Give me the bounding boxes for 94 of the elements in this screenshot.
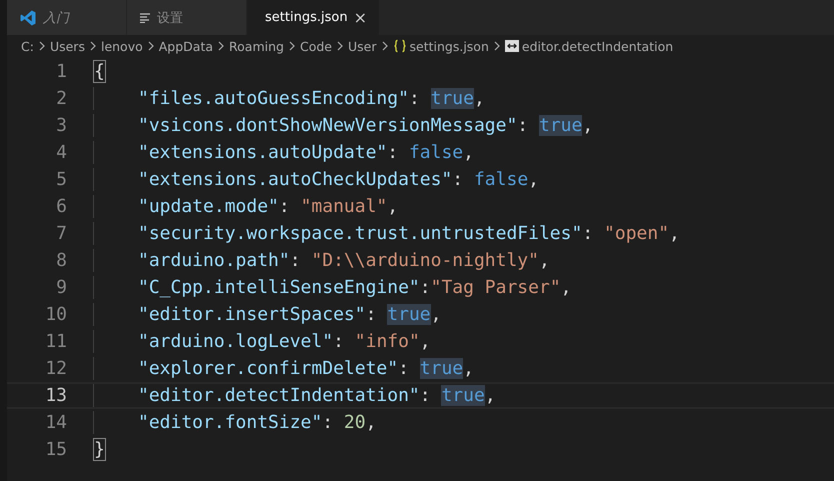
property-icon <box>504 40 519 52</box>
chevron-icon <box>146 41 156 51</box>
punctuation: , <box>366 412 376 433</box>
line-number: 1 <box>55 61 67 82</box>
breadcrumb-item[interactable]: settings.json <box>410 38 489 54</box>
json-value: false <box>408 142 464 163</box>
line-number: 15 <box>44 439 67 460</box>
punctuation: , <box>463 358 474 379</box>
line-number: 6 <box>55 196 67 217</box>
editor-tab[interactable]: 设置 <box>127 0 247 35</box>
punctuation: : <box>366 304 378 325</box>
json-value: true <box>538 115 582 136</box>
line-number: 3 <box>55 115 67 136</box>
json-value: true <box>430 88 474 109</box>
punctuation: : <box>290 250 302 271</box>
json-key: "explorer.confirmDelete" <box>138 358 398 379</box>
punctuation: : <box>278 196 291 217</box>
breadcrumb-item[interactable]: User <box>348 38 376 54</box>
punctuation: : <box>517 115 530 136</box>
chevron-icon <box>380 41 390 51</box>
line-number: 13 <box>44 385 67 406</box>
json-key: "C_Cpp.intelliSenseEngine" <box>138 277 420 298</box>
close-icon[interactable]: × <box>354 8 367 27</box>
brace: { <box>94 61 105 82</box>
json-key: "arduino.path" <box>138 250 290 271</box>
line-number: 4 <box>55 142 67 163</box>
line-number: 11 <box>44 331 67 352</box>
json-value: true <box>420 358 464 379</box>
chevron-icon <box>88 41 98 51</box>
punctuation: , <box>430 304 442 325</box>
line-number: 14 <box>44 412 67 433</box>
vscode-logo-icon <box>19 8 37 26</box>
json-key: "editor.insertSpaces" <box>138 304 366 325</box>
json-value: "Tag Parser" <box>430 277 561 298</box>
punctuation: : <box>582 223 594 244</box>
json-key: "editor.fontSize" <box>138 412 322 433</box>
editor-tab[interactable]: settings.json × <box>247 0 380 35</box>
punctuation: , <box>669 223 680 244</box>
json-value: true <box>387 304 431 325</box>
punctuation: : <box>452 169 464 190</box>
json-key: "extensions.autoUpdate" <box>138 142 388 163</box>
json-value: "open" <box>604 223 670 244</box>
json-key: "security.workspace.trust.untrustedFiles" <box>138 223 582 244</box>
punctuation: , <box>528 169 539 190</box>
breadcrumb-item[interactable]: Code <box>300 38 332 54</box>
line-number: 5 <box>55 169 67 190</box>
breadcrumb-item[interactable]: AppData <box>158 38 214 54</box>
breadcrumb-item[interactable]: Users <box>50 38 85 54</box>
line-number: 9 <box>55 277 67 298</box>
punctuation: , <box>484 385 496 406</box>
brace: } <box>94 439 105 460</box>
line-number: 7 <box>55 223 67 244</box>
json-key: "update.mode" <box>138 196 279 217</box>
punctuation: , <box>560 277 572 298</box>
json-value: true <box>441 385 485 406</box>
line-number: 10 <box>44 304 67 325</box>
json-key: "editor.detectIndentation" <box>138 385 420 406</box>
punctuation: : <box>408 88 421 109</box>
json-value: "manual" <box>300 196 388 217</box>
punctuation: , <box>387 196 398 217</box>
punctuation: , <box>582 115 594 136</box>
line-number: 2 <box>55 88 67 109</box>
chevron-icon <box>36 41 47 51</box>
breadcrumb-item[interactable]: Roaming <box>229 38 284 54</box>
breadcrumb-item[interactable]: lenovo <box>100 38 143 54</box>
braces-icon <box>392 39 406 53</box>
json-value: false <box>474 169 528 190</box>
chevron-icon <box>492 41 502 51</box>
punctuation: : <box>420 277 431 298</box>
json-key: "arduino.logLevel" <box>138 331 334 352</box>
punctuation: : <box>322 412 334 433</box>
punctuation: , <box>463 142 474 163</box>
punctuation: : <box>398 358 410 379</box>
punctuation: , <box>474 88 485 109</box>
json-key: "files.autoGuessEncoding" <box>138 88 409 109</box>
json-key: "extensions.autoCheckUpdates" <box>138 169 452 190</box>
json-key: "vsicons.dontShowNewVersionMessage" <box>138 115 518 136</box>
chevron-icon <box>216 41 226 51</box>
punctuation: , <box>420 331 431 352</box>
chevron-icon <box>335 41 345 51</box>
breadcrumb-item[interactable]: editor.detectIndentation <box>522 38 674 54</box>
json-value: "D:\\arduino-nightly" <box>311 250 539 271</box>
breadcrumb-item[interactable]: C: <box>21 38 34 54</box>
chevron-icon <box>286 41 297 51</box>
json-value: "info" <box>354 331 420 352</box>
punctuation: , <box>538 250 550 271</box>
punctuation: : <box>333 331 345 352</box>
line-number: 8 <box>55 250 67 271</box>
json-value: 20 <box>344 412 366 433</box>
punctuation: : <box>420 385 432 406</box>
lines-icon <box>139 12 151 22</box>
line-number: 12 <box>44 358 67 379</box>
editor-tab[interactable]: 入门 <box>7 0 127 35</box>
punctuation: : <box>387 142 400 163</box>
